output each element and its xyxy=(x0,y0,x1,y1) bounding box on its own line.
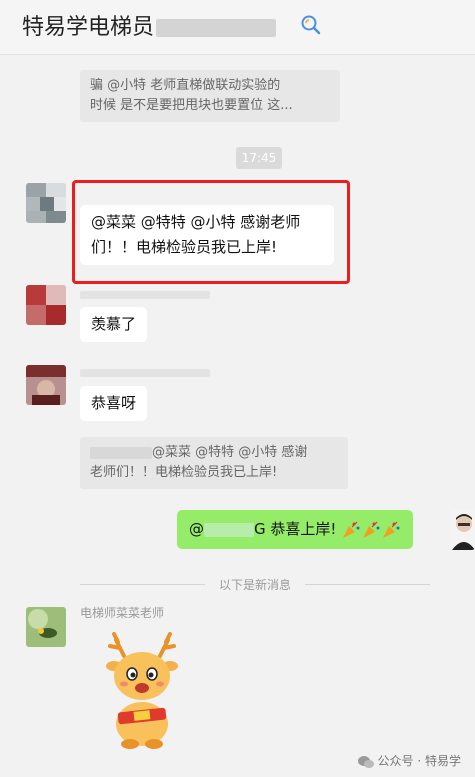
quoted-message[interactable]: 骗 @小特 老师直梯做联动实验的 时候 是不是要把甩块也要置位 这... xyxy=(80,70,340,122)
blurred-title-part xyxy=(156,19,277,37)
watermark: 公众号 · 特易学 xyxy=(357,752,461,769)
message-text: 恭喜呀 xyxy=(91,394,137,412)
message-bubble[interactable]: 恭喜呀 xyxy=(80,386,148,421)
wechat-icon xyxy=(357,755,374,768)
nickname-blurred xyxy=(80,288,210,301)
avatar[interactable] xyxy=(26,607,66,647)
nickname-blurred xyxy=(80,366,210,379)
my-message-bubble[interactable]: @ G 恭喜上岸! xyxy=(177,510,414,549)
chat-header: 特易学电梯员 xyxy=(0,0,475,55)
search-icon[interactable] xyxy=(300,14,322,36)
timestamp-badge: 17:45 xyxy=(236,147,282,169)
avatar[interactable] xyxy=(26,365,66,405)
deer-sticker[interactable] xyxy=(104,630,180,750)
quote-line: @菜菜 @特特 @小特 感谢 xyxy=(152,445,308,460)
sender-name: 电梯师菜菜老师 xyxy=(80,606,165,620)
avatar[interactable] xyxy=(26,285,66,325)
my-avatar[interactable] xyxy=(450,510,475,550)
quote-line: 老师们！！电梯检验员我已上岸! xyxy=(90,465,278,480)
party-popper-icon xyxy=(343,521,360,538)
quoted-message[interactable]: @菜菜 @特特 @小特 感谢 老师们！！电梯检验员我已上岸! xyxy=(80,437,348,489)
party-popper-icon xyxy=(383,521,400,538)
message-text: 恭喜上岸! xyxy=(270,520,337,538)
highlight-box xyxy=(72,180,350,284)
party-popper-icon xyxy=(363,521,380,538)
divider-label: 以下是新消息 xyxy=(218,578,291,592)
avatar[interactable] xyxy=(26,183,66,223)
chat-title: 特易学电梯员 xyxy=(22,9,277,41)
blurred-mention xyxy=(204,522,254,537)
blurred-nick xyxy=(90,446,152,459)
message-text: 羡慕了 xyxy=(91,315,137,333)
quote-line: 时候 是不是要把甩块也要置位 这... xyxy=(90,98,293,113)
watermark-text: 公众号 · 特易学 xyxy=(377,754,461,768)
mention-prefix: @ xyxy=(189,520,204,538)
quote-line: 骗 @小特 老师直梯做联动实验的 xyxy=(90,78,281,93)
chat-title-text: 特易学电梯员 xyxy=(22,15,155,40)
message-bubble[interactable]: 羡慕了 xyxy=(80,307,148,342)
new-messages-divider: 以下是新消息 xyxy=(80,576,430,592)
mention-suffix: G xyxy=(254,520,266,538)
